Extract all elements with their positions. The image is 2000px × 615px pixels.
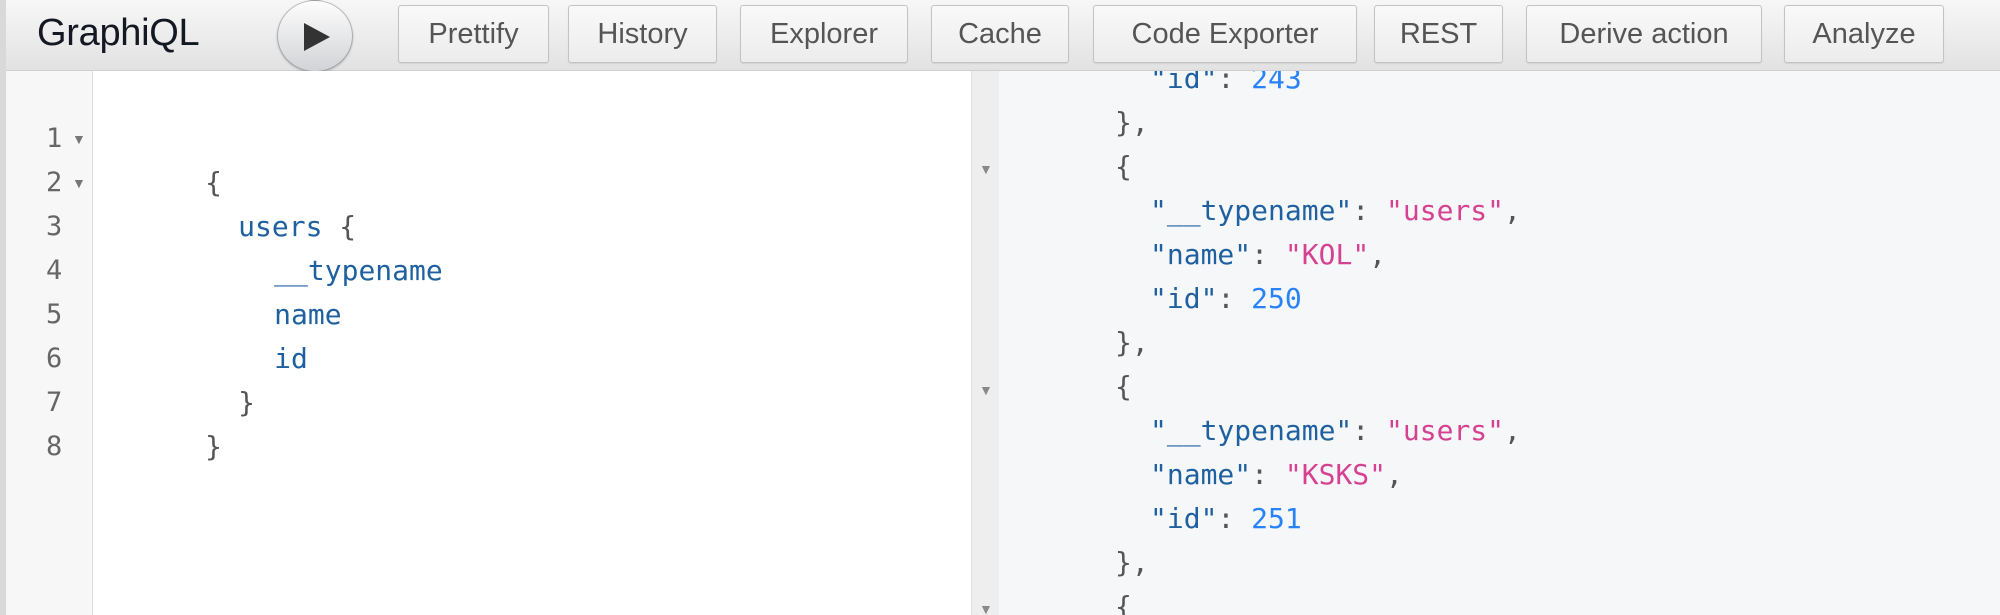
code-line: { bbox=[104, 117, 222, 199]
json-comma: , bbox=[1369, 238, 1387, 271]
json-string: "users" bbox=[1386, 414, 1505, 447]
json-comma: , bbox=[1504, 194, 1521, 227]
brace: } bbox=[238, 386, 256, 419]
json-key: "name" bbox=[1150, 458, 1252, 491]
fold-arrow-icon[interactable]: ▼ bbox=[979, 601, 993, 615]
fold-arrow-icon[interactable]: ▼ bbox=[72, 117, 86, 161]
play-icon bbox=[304, 23, 330, 51]
json-number: 243 bbox=[1251, 71, 1302, 95]
json-colon: : bbox=[1352, 414, 1387, 447]
result-viewer: "id": 243 }, { "__typename": "users", "n… bbox=[999, 71, 2000, 615]
result-line: { bbox=[1115, 150, 1132, 183]
result-line: "__typename": "users", bbox=[1150, 189, 1521, 233]
json-number: 250 bbox=[1251, 282, 1302, 315]
code-line: __typename bbox=[173, 205, 443, 287]
pane-divider[interactable]: ▼ ▼ ▼ bbox=[971, 71, 999, 615]
app-title: GraphiQL bbox=[37, 12, 200, 54]
json-key: "id" bbox=[1150, 282, 1218, 315]
json-colon: : bbox=[1251, 458, 1285, 491]
json-comma: , bbox=[1504, 414, 1521, 447]
result-line: }, bbox=[1115, 106, 1149, 139]
brace: } bbox=[205, 430, 223, 463]
fold-arrow-icon[interactable]: ▼ bbox=[979, 382, 993, 398]
explorer-button[interactable]: Explorer bbox=[740, 5, 908, 63]
code-line: } bbox=[137, 337, 255, 419]
history-button[interactable]: History bbox=[568, 5, 717, 63]
json-colon: : bbox=[1217, 502, 1252, 535]
line-number: 7 bbox=[46, 387, 63, 418]
result-line: { bbox=[1115, 370, 1132, 403]
line-number: 4 bbox=[46, 255, 63, 286]
json-colon: : bbox=[1217, 282, 1252, 315]
json-comma: , bbox=[1386, 458, 1403, 491]
result-line: }, bbox=[1115, 326, 1149, 359]
line-number-gutter: 1 ▼ 2 ▼ 3 4 5 6 7 8 bbox=[6, 71, 93, 615]
json-string: "KSKS" bbox=[1284, 458, 1387, 491]
json-string: "users" bbox=[1386, 194, 1505, 227]
line-number: 8 bbox=[46, 431, 63, 462]
fold-arrow-icon[interactable]: ▼ bbox=[72, 161, 86, 205]
analyze-button[interactable]: Analyze bbox=[1784, 5, 1944, 63]
json-colon: : bbox=[1217, 71, 1252, 95]
result-line: { bbox=[1115, 590, 1132, 615]
json-colon: : bbox=[1251, 238, 1285, 271]
code-exporter-button[interactable]: Code Exporter bbox=[1093, 5, 1357, 63]
line-number: 3 bbox=[46, 211, 63, 242]
field-name: id bbox=[274, 342, 308, 375]
fold-arrow-icon[interactable]: ▼ bbox=[979, 161, 993, 177]
prettify-button[interactable]: Prettify bbox=[398, 5, 549, 63]
code-line: id bbox=[173, 293, 308, 375]
json-colon: : bbox=[1352, 194, 1387, 227]
cache-button[interactable]: Cache bbox=[931, 5, 1069, 63]
derive-action-button[interactable]: Derive action bbox=[1526, 5, 1762, 63]
line-number: 6 bbox=[46, 343, 63, 374]
run-query-button[interactable] bbox=[277, 0, 353, 72]
result-line: "name": "KOL", bbox=[1150, 233, 1386, 277]
result-line: }, bbox=[1115, 546, 1149, 579]
json-key: "name" bbox=[1150, 238, 1252, 271]
code-line: users { bbox=[137, 161, 356, 243]
graphiql-app: GraphiQL Prettify History Explorer Cache… bbox=[0, 0, 2000, 615]
line-number: 5 bbox=[46, 299, 63, 330]
code-line: } bbox=[104, 381, 222, 463]
code-line: name bbox=[173, 249, 341, 331]
json-key: "__typename" bbox=[1150, 414, 1353, 447]
json-number: 251 bbox=[1251, 502, 1302, 535]
result-line: "id": 250 bbox=[1150, 277, 1302, 321]
json-key: "id" bbox=[1150, 71, 1218, 95]
result-line: "name": "KSKS", bbox=[1150, 453, 1403, 497]
json-key: "id" bbox=[1150, 502, 1218, 535]
result-line: "id": 243 bbox=[1150, 71, 1302, 101]
toolbar: GraphiQL Prettify History Explorer Cache… bbox=[6, 0, 2000, 72]
rest-button[interactable]: REST bbox=[1374, 5, 1503, 63]
json-key: "__typename" bbox=[1150, 194, 1353, 227]
query-editor[interactable]: 1 ▼ 2 ▼ 3 4 5 6 7 8 { users { __typename… bbox=[6, 71, 971, 615]
json-string: "KOL" bbox=[1284, 238, 1370, 271]
result-line: "id": 251 bbox=[1150, 497, 1302, 541]
result-line: "__typename": "users", bbox=[1150, 409, 1521, 453]
